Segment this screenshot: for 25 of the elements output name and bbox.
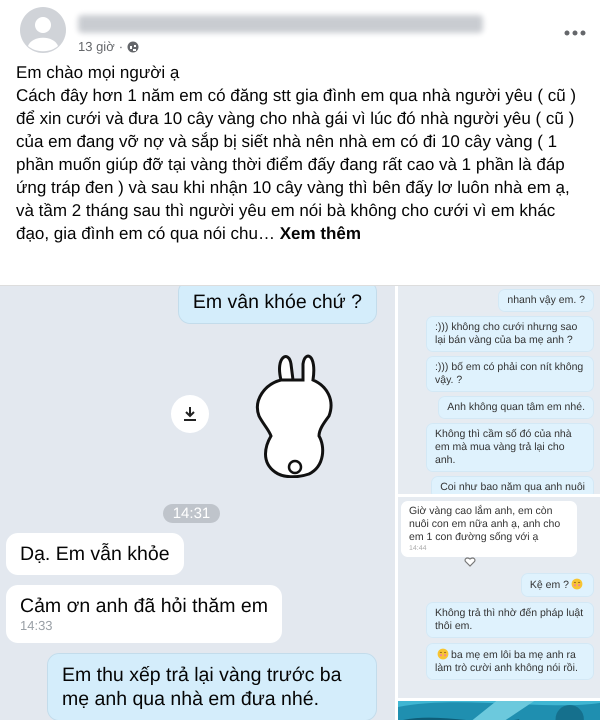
message-bubble: Coi như bao năm qua anh nuôi xyxy=(431,476,594,494)
heart-icon[interactable] xyxy=(464,556,476,568)
post-text: Cách đây hơn 1 năm em có đăng stt gia đình em qua nhà người yêu ( cũ ) để xin cưới và đưa 10 cây vàng cho nhà gái vì lúc đó nhà người yêu ( cũ ) của em đang vỡ nợ và sắp bị siết nhà nên nhà em có đi 10 cây vàng ( 1 phần muốn giúp đỡ tại vàng thời điểm đấy đang rất cao và 1 phần là đáp ứng tráp đen ) và sau khi nhận 10 cây vàng thì bên đấy lơ luôn nhà em ạ, và tầm 2 tháng sau thì người yêu em nói bà không cho cưới vì em khác đạo, gia đình em có qua nói chu… Xem thêm xyxy=(16,85,578,245)
message-time: 14:33 xyxy=(20,618,54,634)
time-pill: 14:31 xyxy=(162,504,220,523)
see-more-link[interactable]: Xem thêm xyxy=(280,224,361,243)
download-button[interactable] xyxy=(171,395,209,433)
message-bubble: Anh không quan tâm em nhé. xyxy=(438,396,594,419)
message-text: Dạ. Em vẫn khỏe xyxy=(20,542,170,566)
message-bubble: Không thì cầm số đó của nhà em mà mua vàng trả lại cho anh. xyxy=(426,423,594,472)
post-greeting: Em chào mọi người ạ xyxy=(16,62,180,84)
message-bubble: Kệ em ? xyxy=(520,573,594,598)
post-time[interactable]: 13 giờ xyxy=(78,39,115,54)
message-bubble: :))) bố em có phải con nít không vậy. ? xyxy=(426,356,594,392)
separator: · xyxy=(118,39,124,54)
message-bubble: Không trả thì nhờ đến pháp luật thôi em. xyxy=(426,602,594,638)
message-bubble: nhanh vậy em. ? xyxy=(498,289,594,312)
message-bubble: Em vân khóe chứ ? xyxy=(178,286,377,324)
more-icon[interactable] xyxy=(564,29,586,37)
message-bubble: ba mẹ em lôi ba mẹ anh ra làm trò cười anh không nói rồi. xyxy=(426,643,594,680)
message-text: Giờ vàng cao lắm anh, em còn nuôi con em nữa anh ạ, anh cho em 1 con đường sống với ạ xyxy=(409,505,562,544)
message-text: Cảm ơn anh đã hỏi thăm em xyxy=(20,594,268,618)
download-icon xyxy=(183,406,197,422)
message-bubble: Em thu xếp trả lại vàng trước ba mẹ anh qua nhà em đưa nhé. xyxy=(47,653,377,720)
message-bubble: :))) không cho cưới nhưng sao lại bán vàng của ba mẹ anh ? xyxy=(426,316,594,352)
